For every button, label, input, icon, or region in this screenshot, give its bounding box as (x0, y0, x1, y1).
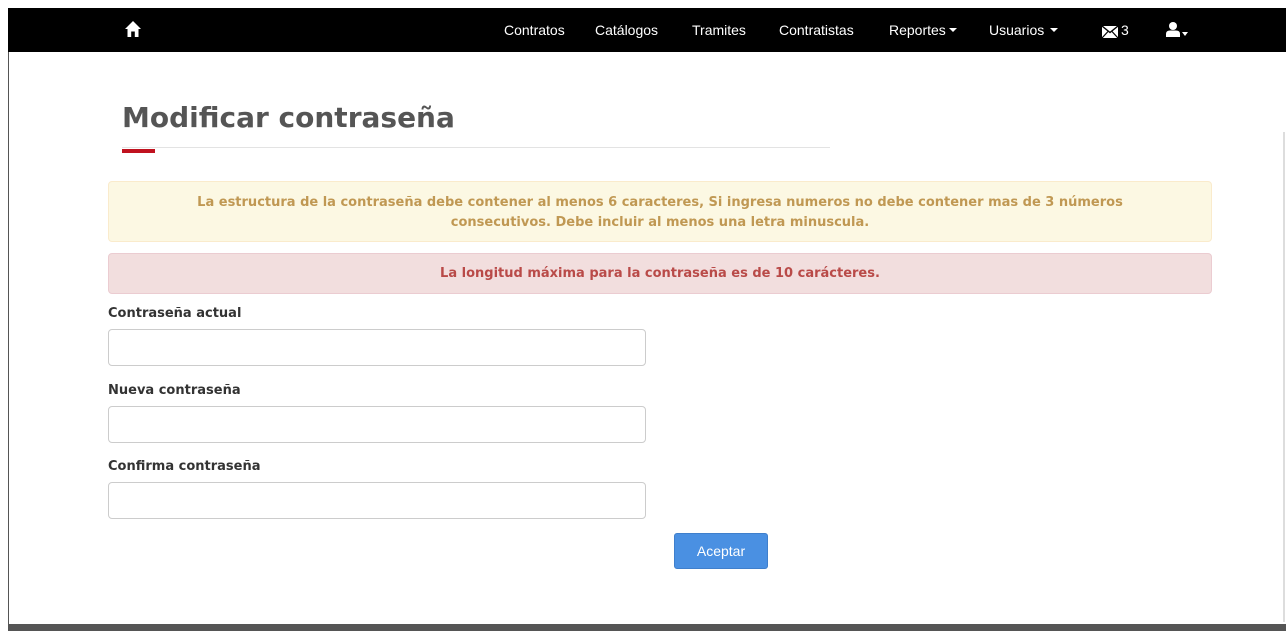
password-length-alert: La longitud máxima para la contraseña es… (108, 253, 1212, 294)
chevron-down-icon (1182, 32, 1188, 36)
title-divider (122, 147, 830, 148)
nav-item-usuarios-label: Usuarios (989, 22, 1045, 38)
confirm-password-field[interactable] (108, 482, 646, 519)
password-length-text: La longitud máxima para la contraseña es… (440, 266, 880, 281)
chevron-down-icon (1050, 28, 1059, 33)
chevron-down-icon (948, 28, 957, 33)
nav-item-reportes[interactable]: Reportes (889, 22, 957, 38)
envelope-icon[interactable] (1101, 23, 1119, 42)
current-password-label: Contraseña actual (108, 306, 242, 321)
nav-item-tramites[interactable]: Tramites (692, 22, 746, 38)
accept-button[interactable]: Aceptar (674, 533, 768, 569)
confirm-password-label: Confirma contraseña (108, 459, 261, 474)
home-icon[interactable] (124, 20, 142, 40)
message-count-badge[interactable]: 3 (1121, 22, 1129, 38)
nav-item-contratos[interactable]: Contratos (504, 22, 565, 38)
nav-item-catalogos[interactable]: Catálogos (595, 22, 658, 38)
user-icon[interactable] (1165, 21, 1181, 41)
scrollbar-track[interactable] (1283, 132, 1285, 622)
title-accent-bar (122, 149, 155, 153)
nav-item-reportes-label: Reportes (889, 22, 946, 38)
new-password-label: Nueva contraseña (108, 383, 241, 398)
frame-border (8, 52, 9, 624)
password-rules-alert: La estructura de la contraseña debe cont… (108, 181, 1212, 242)
current-password-field[interactable] (108, 329, 646, 366)
nav-item-contratistas[interactable]: Contratistas (779, 22, 854, 38)
password-rules-text: La estructura de la contraseña debe cont… (197, 195, 1123, 230)
page-title: Modificar contraseña (122, 101, 455, 134)
new-password-field[interactable] (108, 406, 646, 443)
top-navbar: Contratos Catálogos Tramites Contratista… (8, 8, 1286, 52)
nav-item-usuarios[interactable]: Usuarios (989, 22, 1059, 38)
frame-bottom-bar (8, 624, 1286, 631)
